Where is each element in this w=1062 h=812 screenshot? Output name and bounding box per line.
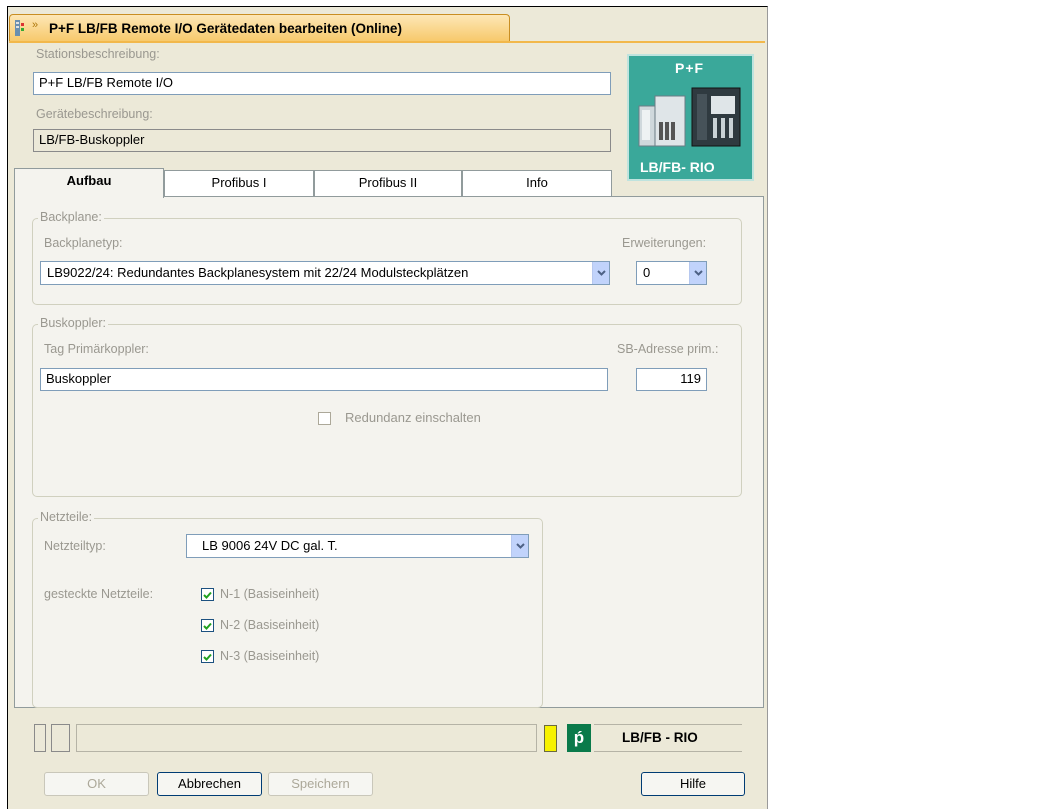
tab-profibus-1[interactable]: Profibus I [164,170,314,196]
chevron-down-icon[interactable] [511,535,528,557]
status-brand-text: LB/FB - RIO [622,730,698,745]
psu-n2-label: N-2 (Basiseinheit) [220,618,320,632]
station-description-input[interactable]: P+F LB/FB Remote I/O [33,72,611,95]
backplane-type-select[interactable]: LB9022/24: Redundantes Backplanesystem m… [40,261,610,285]
backplane-type-value: LB9022/24: Redundantes Backplanesystem m… [47,265,469,280]
device-description-field: LB/FB-Buskoppler [33,129,611,152]
logo-top-text: P+F [675,60,705,76]
app-icon [14,19,28,37]
tag-input[interactable]: Buskoppler [40,368,608,391]
sb-address-input[interactable]: 119 [636,368,707,391]
chevron-down-icon[interactable] [592,262,609,284]
psu-n1-label: N-1 (Basiseinheit) [220,587,320,601]
extensions-value: 0 [643,265,651,280]
plugged-psu-label: gesteckte Netzteile: [44,587,154,601]
redundancy-checkbox[interactable] [318,412,331,425]
status-indicator-left-1 [34,724,46,752]
tab-info[interactable]: Info [462,170,612,196]
station-label: Stationsbeschreibung: [36,47,160,61]
title-tab: » P+F LB/FB Remote I/O Gerätedaten bearb… [9,14,510,42]
tab-profibus-2[interactable]: Profibus II [314,170,462,196]
status-yellow-indicator [544,725,557,752]
title-underline [9,41,765,43]
sb-address-label: SB-Adresse prim.: [617,342,719,356]
ok-button[interactable]: OK [44,772,149,796]
psu-type-value: LB 9006 24V DC gal. T. [202,538,338,553]
device-image-icon [638,87,741,147]
redundancy-label: Redundanz einschalten [345,410,481,425]
extensions-label: Erweiterungen: [622,236,707,250]
product-logo: P+F LB/FB- RIO [627,54,754,181]
pf-glyph: ṕ [573,728,585,747]
psu-type-label: Netzteiltyp: [44,539,106,553]
check-icon [203,591,212,599]
status-brand-field: LB/FB - RIO [594,724,742,752]
tab-aufbau[interactable]: Aufbau [14,168,164,198]
extensions-select[interactable]: 0 [636,261,707,285]
help-button[interactable]: Hilfe [641,772,745,796]
psu-type-select[interactable]: LB 9006 24V DC gal. T. [186,534,529,558]
psu-n2-checkbox[interactable] [201,619,214,632]
psu-n1-checkbox[interactable] [201,588,214,601]
chevron-down-icon[interactable] [689,262,706,284]
check-icon [203,622,212,630]
psu-n3-checkbox[interactable] [201,650,214,663]
logo-bottom-text: LB/FB- RIO [640,159,715,175]
status-message-field [76,724,537,752]
save-button[interactable]: Speichern [268,772,373,796]
tag-label: Tag Primärkoppler: [44,342,149,356]
netzteile-legend: Netzteile: [38,510,95,524]
title-marker: » [32,19,39,31]
buskoppler-legend: Buskoppler: [38,316,109,330]
device-label: Gerätebeschreibung: [36,107,153,121]
pf-logo-icon: ṕ [567,724,591,752]
backplane-legend: Backplane: [38,210,104,224]
backplane-type-label: Backplanetyp: [44,236,123,250]
psu-n3-label: N-3 (Basiseinheit) [220,649,320,663]
window-title: P+F LB/FB Remote I/O Gerätedaten bearbei… [49,21,402,36]
cancel-button[interactable]: Abbrechen [157,772,262,796]
check-icon [203,653,212,661]
status-indicator-left-2 [51,724,70,752]
